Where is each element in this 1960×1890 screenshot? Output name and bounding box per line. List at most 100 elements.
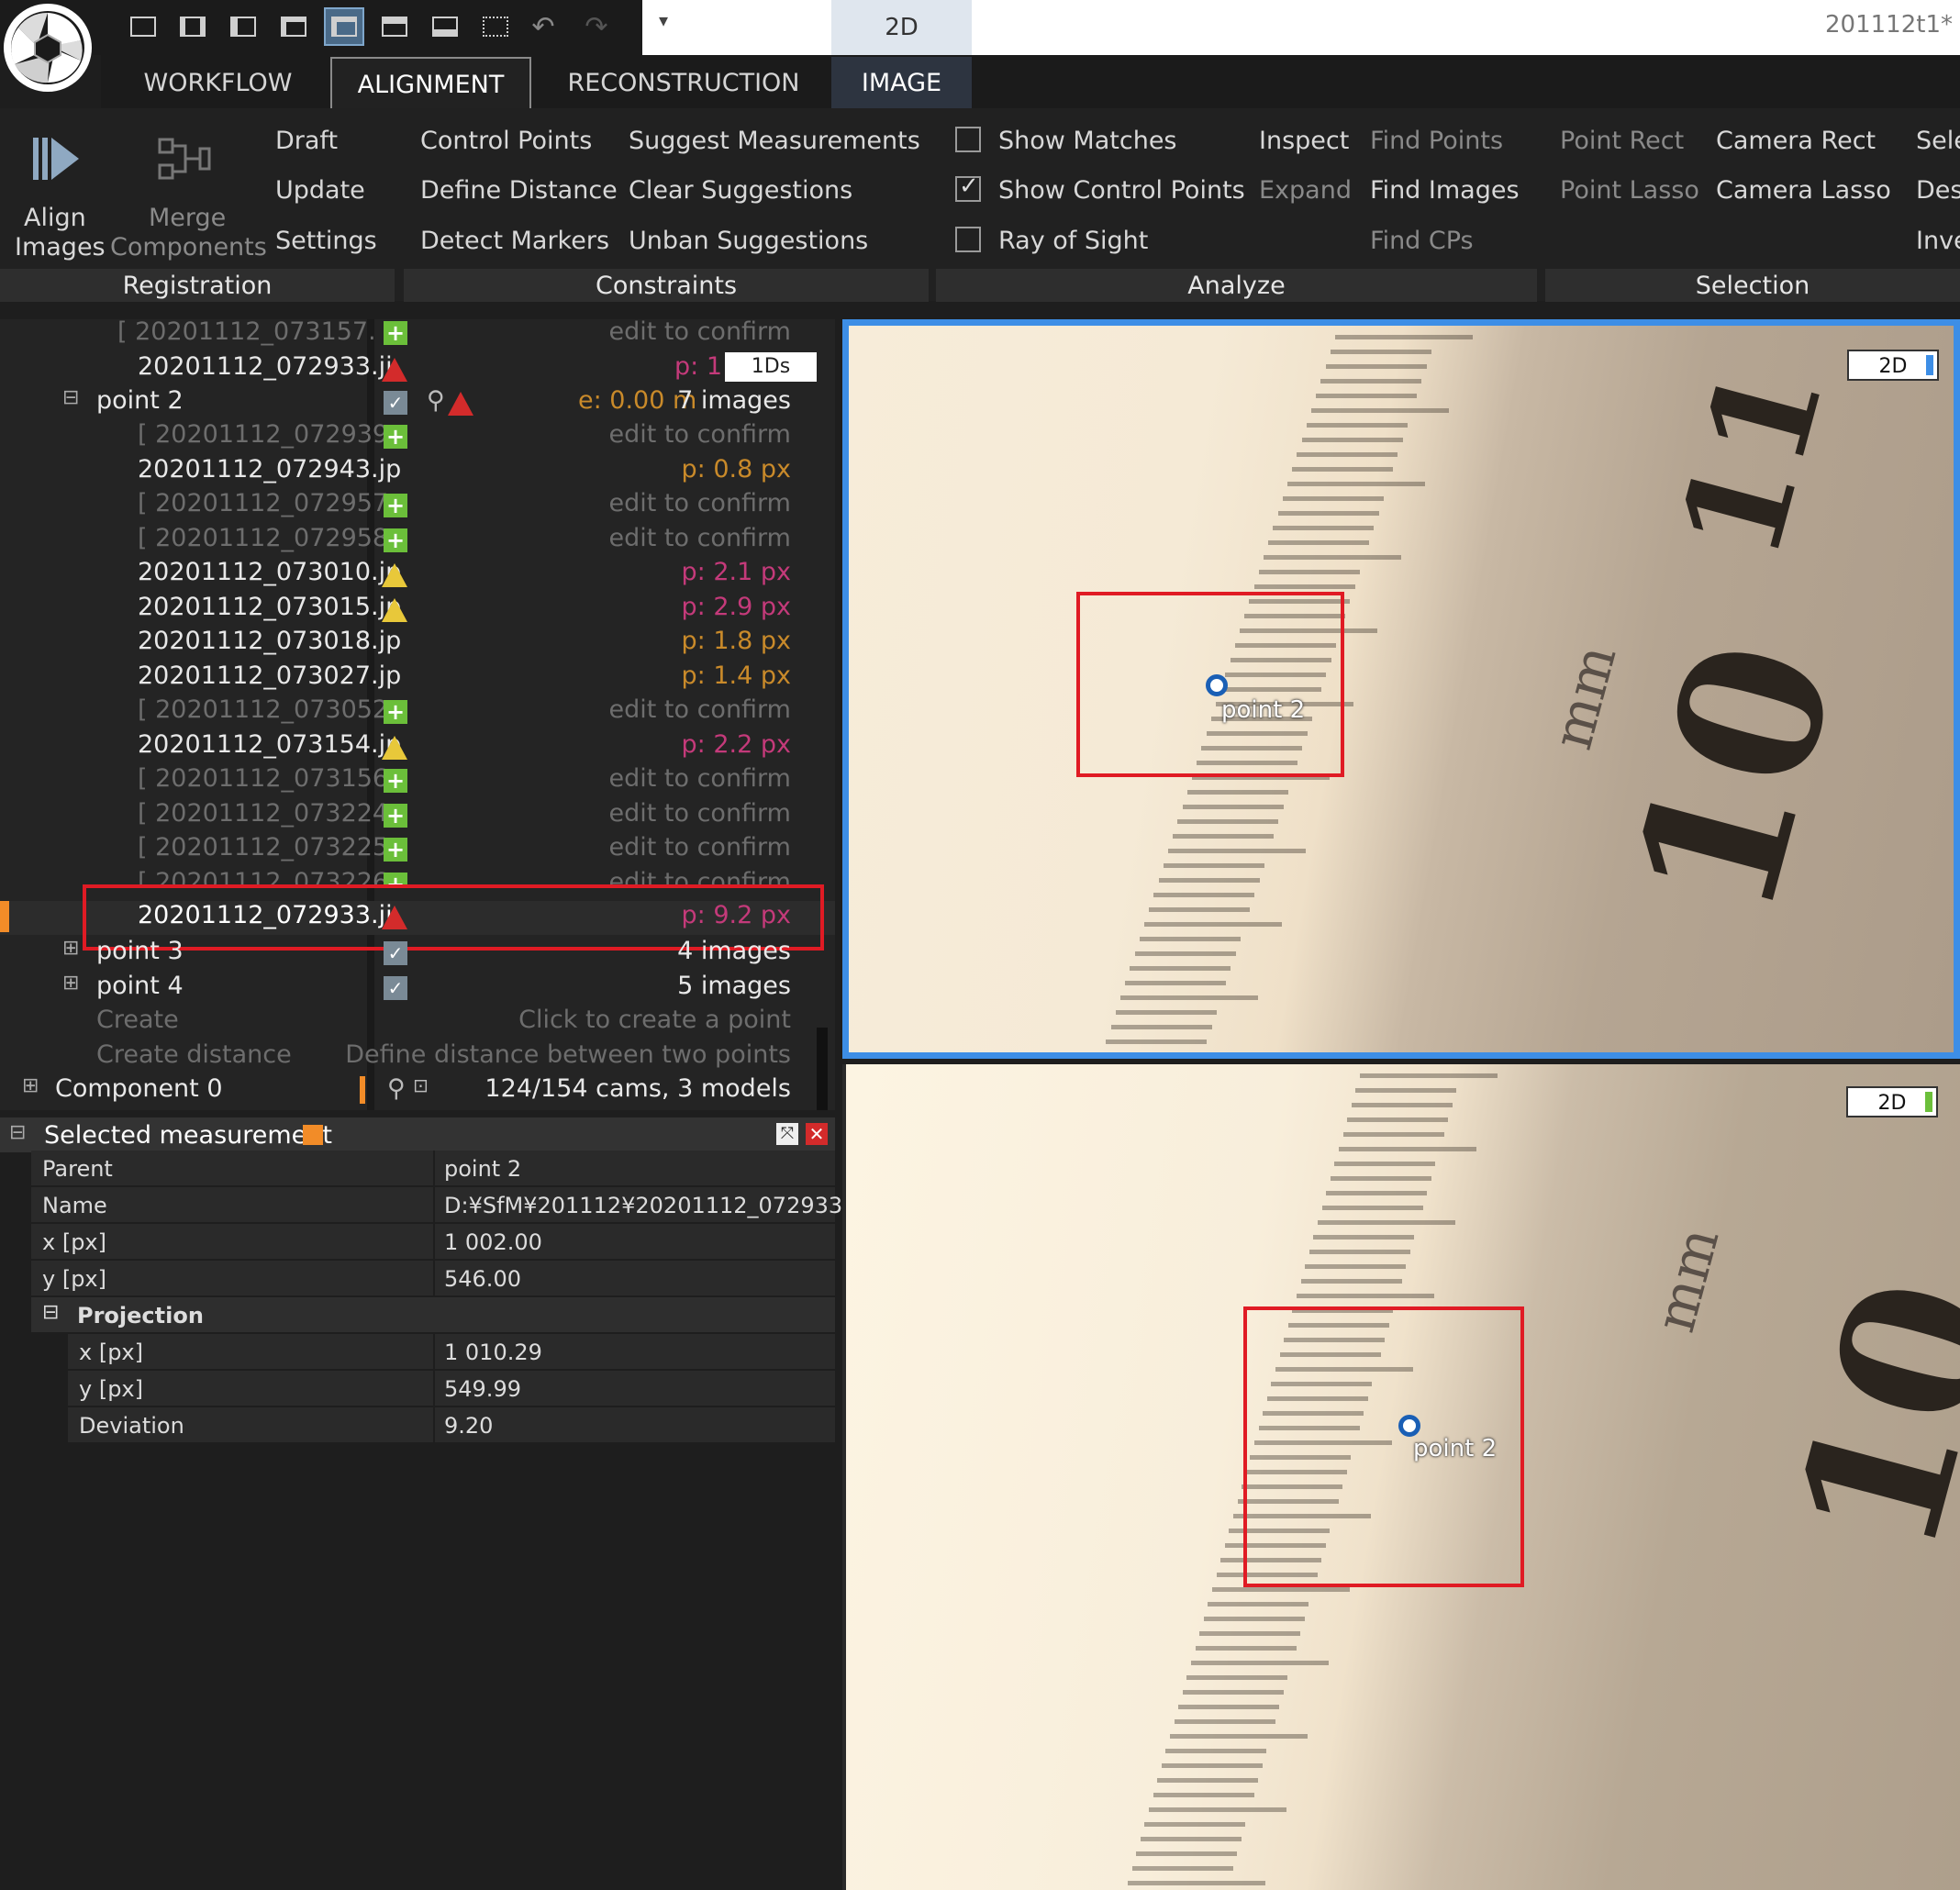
expand-icon[interactable]: ⊞ — [22, 1074, 39, 1097]
control-points-button[interactable]: Control Points — [420, 127, 592, 155]
plus-icon[interactable]: + — [384, 838, 407, 862]
layout-3-icon[interactable] — [225, 9, 262, 44]
invert-button[interactable]: Inve — [1916, 227, 1960, 255]
tree-row[interactable]: 20201112_073018.jp p: 1.8 px — [0, 627, 835, 661]
property-value[interactable]: D:¥SfM¥201112¥20201112_072933.jpg — [444, 1193, 884, 1218]
tree-row[interactable]: ⊞ Component 0 ⚲ ⊡ 124/154 cams, 3 models — [0, 1074, 835, 1108]
close-icon[interactable]: ✕ — [806, 1123, 828, 1145]
images-label[interactable]: Images — [15, 233, 106, 261]
tree-row[interactable]: ⊞ point 4 ✓ 5 images — [0, 972, 835, 1006]
tab-image[interactable]: IMAGE — [831, 57, 972, 108]
image-viewport-top[interactable]: 11 10 mm 2D point 2 — [842, 319, 1960, 1059]
layout-6-icon[interactable] — [376, 9, 413, 44]
find-points-button[interactable]: Find Points — [1370, 127, 1503, 155]
redo-icon[interactable]: ↷ — [578, 9, 615, 44]
collapse-icon[interactable]: ⊟ — [9, 1121, 26, 1144]
align-images-icon[interactable] — [28, 128, 88, 193]
point-lasso-button[interactable]: Point Lasso — [1560, 176, 1699, 205]
property-value[interactable]: 1 002.00 — [444, 1229, 542, 1255]
tree-row[interactable]: 20201112_073027.jp p: 1.4 px — [0, 662, 835, 695]
merge-components-icon[interactable] — [156, 134, 215, 189]
tree-row[interactable]: [ 20201112_072957. + edit to confirm — [0, 489, 835, 523]
tree-row[interactable]: 20201112_073154.jp p: 2.2 px — [0, 730, 835, 764]
expand-button[interactable]: Expand — [1259, 176, 1352, 205]
detect-markers-button[interactable]: Detect Markers — [420, 227, 609, 255]
suggest-measurements-button[interactable]: Suggest Measurements — [629, 127, 920, 155]
control-point-marker-icon[interactable] — [1206, 674, 1228, 696]
tree-row[interactable]: 20201112_072933.jj p: 1 1Ds — [0, 352, 835, 386]
find-images-button[interactable]: Find Images — [1370, 176, 1520, 205]
property-section[interactable]: ⊟ Projection — [31, 1297, 835, 1334]
camera-lasso-button[interactable]: Camera Lasso — [1716, 176, 1891, 205]
plus-icon[interactable]: + — [384, 769, 407, 793]
tree-row[interactable]: [ 20201112_073156. + edit to confirm — [0, 764, 835, 798]
tree-row[interactable]: [ 20201112_073052. + edit to confirm — [0, 695, 835, 729]
plus-icon[interactable]: + — [384, 700, 407, 724]
float-panel-icon[interactable]: ⤧ — [776, 1123, 798, 1145]
layout-8-icon[interactable] — [477, 9, 514, 44]
show-control-points-label[interactable]: Show Control Points — [998, 176, 1245, 205]
layout-7-icon[interactable] — [427, 9, 463, 44]
control-point-marker-icon[interactable] — [1398, 1415, 1420, 1437]
components-label[interactable]: Components — [110, 233, 267, 261]
deselect-button[interactable]: Des — [1916, 176, 1960, 205]
property-value[interactable]: 1 010.29 — [444, 1340, 542, 1365]
tree-row[interactable]: ⊟ point 2 ✓ ⚲ e: 0.00 m 7 images — [0, 386, 835, 420]
define-distance-button[interactable]: Define Distance — [420, 176, 618, 205]
point-rect-button[interactable]: Point Rect — [1560, 127, 1684, 155]
property-value[interactable]: 9.20 — [444, 1413, 493, 1439]
find-cps-button[interactable]: Find CPs — [1370, 227, 1474, 255]
show-matches-checkbox[interactable] — [955, 127, 981, 152]
image-viewport-bottom[interactable]: 10 mm 2D point 2 — [842, 1064, 1960, 1890]
tree-row[interactable]: [ 20201112_073157. + edit to confirm — [0, 317, 835, 351]
layout-4-icon[interactable] — [275, 9, 312, 44]
viewport-mode-badge[interactable]: 2D — [1846, 1086, 1938, 1117]
collapse-icon[interactable]: ⊟ — [62, 386, 79, 409]
unban-suggestions-button[interactable]: Unban Suggestions — [629, 227, 868, 255]
property-value[interactable]: 546.00 — [444, 1266, 521, 1292]
tab-workflow[interactable]: WORKFLOW — [119, 57, 317, 108]
expand-icon[interactable]: ⊞ — [62, 972, 79, 995]
settings-button[interactable]: Settings — [275, 227, 377, 255]
viewport-mode-badge[interactable]: 2D — [1847, 350, 1939, 381]
clear-suggestions-button[interactable]: Clear Suggestions — [629, 176, 852, 205]
view-tab-2d[interactable]: 2D — [831, 0, 972, 55]
tree-row[interactable]: 20201112_073015.jp p: 2.9 px — [0, 593, 835, 627]
property-value[interactable]: 549.99 — [444, 1376, 521, 1402]
tree-row[interactable]: [ 20201112_073225. + edit to confirm — [0, 833, 835, 867]
plus-icon[interactable]: + — [384, 321, 407, 345]
property-value[interactable]: point 2 — [444, 1156, 521, 1182]
tab-reconstruction[interactable]: RECONSTRUCTION — [551, 57, 817, 108]
update-button[interactable]: Update — [275, 176, 365, 205]
tree-scrollbar[interactable] — [817, 1028, 828, 1110]
undo-icon[interactable]: ↶ — [525, 9, 562, 44]
checkbox-checked-icon[interactable]: ✓ — [384, 976, 407, 1000]
expand-icon[interactable]: ⊞ — [62, 937, 79, 960]
tree-row[interactable]: 20201112_072943.jp p: 0.8 px — [0, 455, 835, 489]
tree-row[interactable]: [ 20201112_073224. + edit to confirm — [0, 799, 835, 833]
tree-row[interactable]: 20201112_073010.jp p: 2.1 px — [0, 558, 835, 592]
inspect-button[interactable]: Inspect — [1259, 127, 1349, 155]
layout-5-icon[interactable] — [324, 7, 364, 46]
collapse-icon[interactable]: ⊟ — [42, 1301, 59, 1324]
draft-button[interactable]: Draft — [275, 127, 338, 155]
tree-row[interactable]: Create distance Define distance between … — [0, 1040, 835, 1074]
show-matches-label[interactable]: Show Matches — [998, 127, 1177, 155]
tree-row[interactable]: ⊞ point 3 ✓ 4 images — [0, 937, 835, 971]
ray-of-sight-checkbox[interactable] — [955, 227, 981, 252]
tree-row[interactable]: [ 20201112_072958. + edit to confirm — [0, 524, 835, 558]
camera-rect-button[interactable]: Camera Rect — [1716, 127, 1876, 155]
plus-icon[interactable]: + — [384, 804, 407, 828]
select-button[interactable]: Sele — [1916, 127, 1960, 155]
show-control-points-checkbox[interactable]: ✓ — [955, 172, 981, 202]
plus-icon[interactable]: + — [384, 494, 407, 517]
quick-access-dropdown[interactable]: ▾ — [642, 0, 835, 55]
merge-label[interactable]: Merge — [149, 204, 226, 232]
pin-panel-icon[interactable] — [303, 1125, 323, 1145]
tree-row[interactable]: [ 20201112_072939. + edit to confirm — [0, 420, 835, 454]
ray-of-sight-label[interactable]: Ray of Sight — [998, 227, 1148, 255]
checkbox-checked-icon[interactable]: ✓ — [384, 941, 407, 965]
plus-icon[interactable]: + — [384, 528, 407, 552]
tree-row[interactable]: Create Click to create a point — [0, 1006, 835, 1040]
layout-2-icon[interactable] — [174, 9, 211, 44]
